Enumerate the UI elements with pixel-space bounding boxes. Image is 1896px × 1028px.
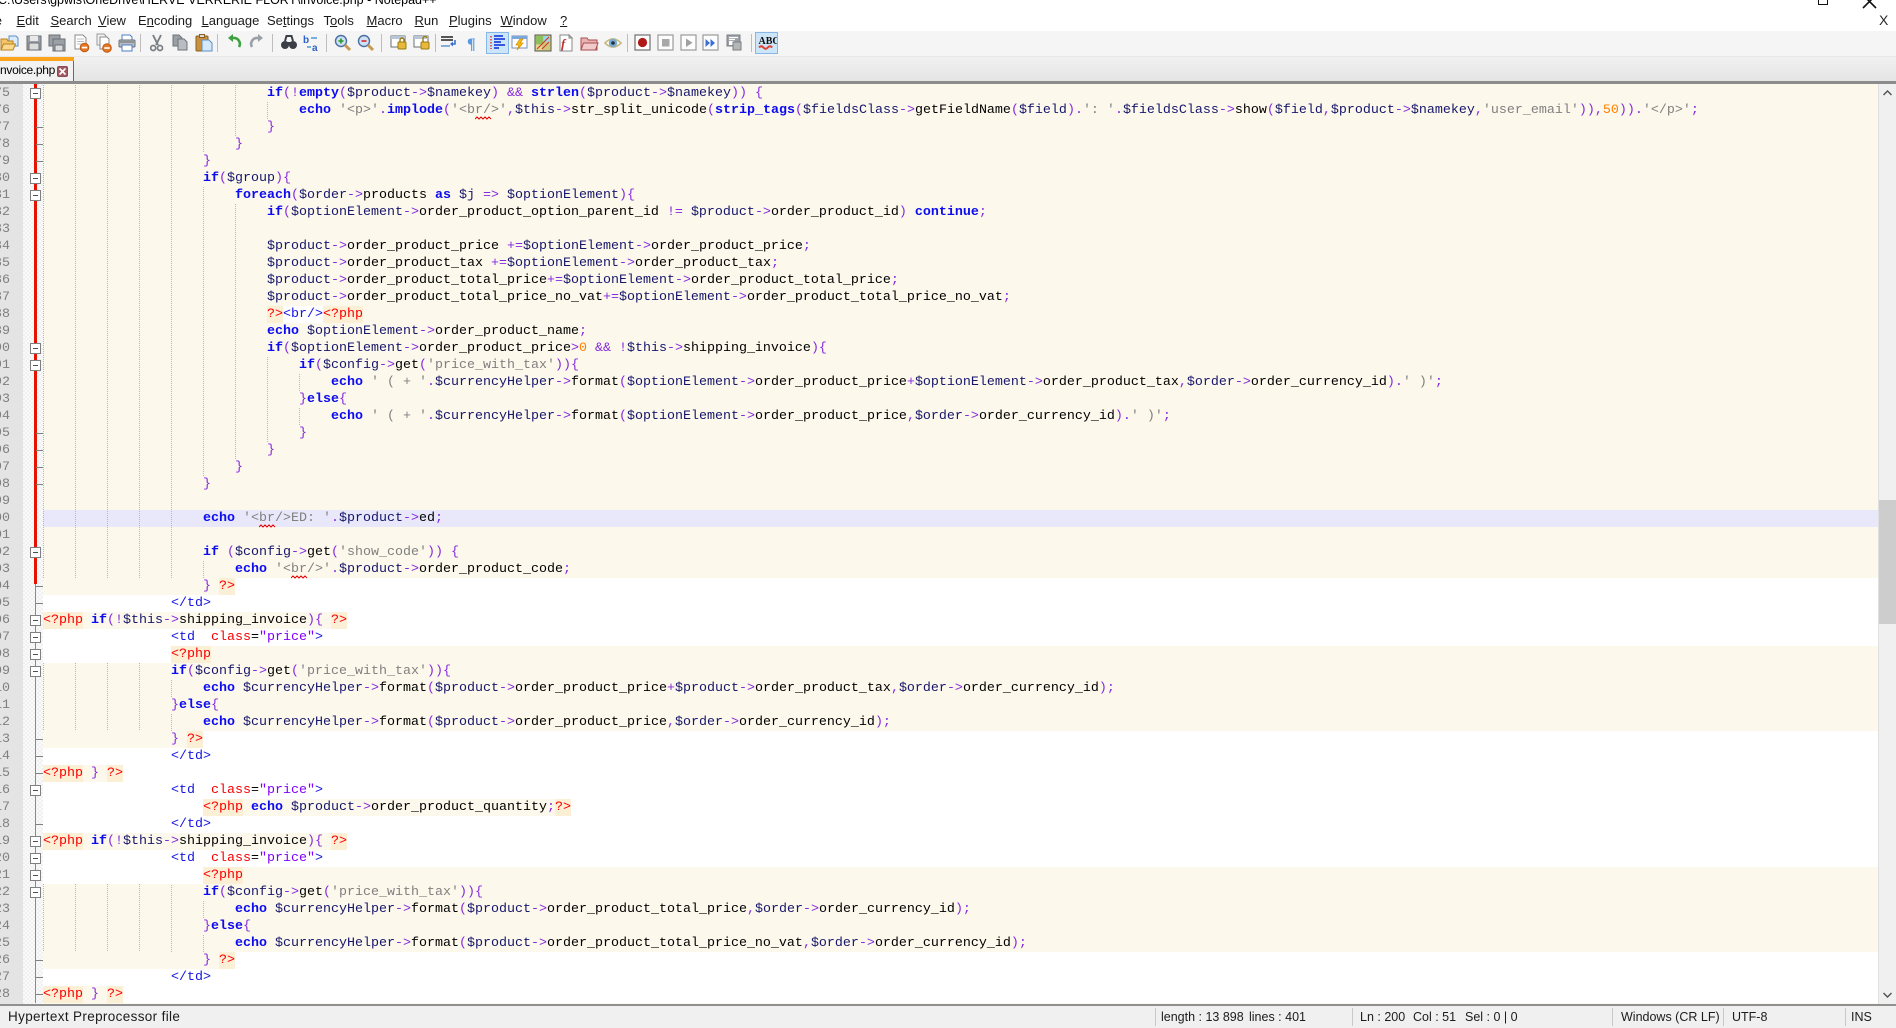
svg-text:a: a xyxy=(312,43,318,53)
svg-text:b: b xyxy=(303,35,309,46)
svg-text:¶: ¶ xyxy=(467,36,476,53)
